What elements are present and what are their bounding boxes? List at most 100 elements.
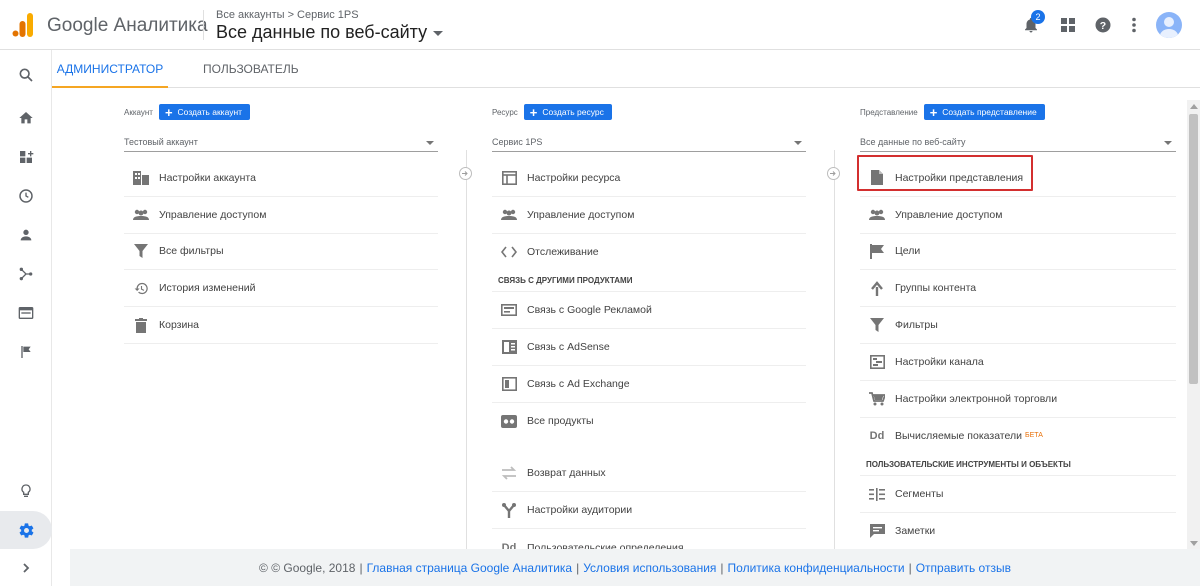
channel-icon — [868, 353, 886, 371]
view-label: Представление — [860, 107, 918, 117]
home-icon — [19, 112, 33, 124]
nav-audience[interactable] — [0, 216, 52, 254]
nav-acquisition[interactable] — [0, 255, 52, 293]
account-settings-item[interactable]: Настройки аккаунта — [124, 160, 438, 197]
view-selector[interactable]: Все данные по веб-сайту — [216, 22, 444, 43]
plus-icon: + — [529, 104, 538, 120]
avatar[interactable] — [1156, 12, 1182, 38]
apps-button[interactable] — [1056, 13, 1080, 37]
beta-badge: БЕТА — [1024, 432, 1043, 440]
property-access-item[interactable]: Управление доступом — [492, 197, 806, 234]
footer-link-home[interactable]: Главная страница Google Аналитика — [367, 561, 573, 575]
tab-user[interactable]: ПОЛЬЗОВАТЕЛЬ — [203, 50, 299, 88]
change-history-item[interactable]: История изменений — [124, 270, 438, 308]
breadcrumb[interactable]: Все аккаунты > Сервис 1PS — [216, 9, 359, 21]
dashboard-icon — [20, 151, 34, 163]
all-filters-item[interactable]: Все фильтры — [124, 234, 438, 271]
account-items: Настройки аккаунта Управление доступом В… — [124, 160, 438, 344]
scroll-thumb[interactable] — [1189, 114, 1198, 384]
item-label: Связь с AdSense — [527, 341, 610, 354]
account-selector[interactable]: Тестовый аккаунт — [124, 132, 438, 152]
segments-item[interactable]: Сегменты — [860, 476, 1176, 514]
view-column: Представление + Создать представление Вс… — [860, 100, 1176, 550]
notifications-button[interactable]: 2 — [1019, 10, 1045, 37]
tab-admin[interactable]: АДМИНИСТРАТОР — [52, 50, 168, 88]
chevron-right-icon — [23, 563, 30, 573]
nav-realtime[interactable] — [0, 177, 52, 215]
property-settings-item[interactable]: Настройки ресурса — [492, 160, 806, 197]
view-settings-item[interactable]: Настройки представления — [860, 160, 1176, 197]
account-access-item[interactable]: Управление доступом — [124, 197, 438, 234]
clock-icon — [19, 189, 33, 203]
property-selector[interactable]: Сервис 1PS — [492, 132, 806, 152]
dd-icon: Dd — [869, 429, 885, 442]
filters-item[interactable]: Фильтры — [860, 307, 1176, 344]
scroll-down-arrow-icon[interactable] — [1190, 541, 1198, 546]
behavior-icon — [18, 307, 34, 319]
item-label: Цели — [895, 245, 921, 258]
trash-item[interactable]: Корзина — [124, 307, 438, 344]
brand-title: Google Аналитика — [47, 15, 208, 36]
filter-icon — [132, 242, 150, 260]
audience-settings-item[interactable]: Настройки аудитории — [492, 492, 806, 530]
create-view-button[interactable]: + Создать представление — [923, 104, 1045, 120]
create-account-button[interactable]: + Создать аккаунт — [158, 104, 251, 120]
ad-exchange-link-item[interactable]: Связь с Ad Exchange — [492, 366, 806, 403]
footer-link-terms[interactable]: Условия использования — [583, 561, 716, 575]
caret-down-icon — [433, 31, 444, 36]
notifications-badge: 2 — [1031, 10, 1045, 24]
all-products-item[interactable]: Все продукты — [492, 403, 806, 440]
search-button[interactable] — [0, 56, 52, 94]
search-icon — [19, 68, 33, 82]
scroll-up-arrow-icon[interactable] — [1190, 104, 1198, 109]
view-access-item[interactable]: Управление доступом — [860, 197, 1176, 234]
content-groups-item[interactable]: Группы контента — [860, 270, 1176, 308]
create-property-label: Создать ресурс — [542, 107, 604, 117]
people-icon — [132, 206, 150, 224]
people-icon — [868, 206, 886, 224]
more-vert-icon — [1132, 17, 1136, 33]
item-label: Управление доступом — [159, 208, 267, 221]
property-label: Ресурс — [492, 107, 518, 117]
nav-discover[interactable] — [0, 472, 52, 510]
google-ads-link-item[interactable]: Связь с Google Рекламой — [492, 292, 806, 330]
acquisition-icon — [19, 267, 33, 281]
footer-separator: | — [576, 560, 580, 575]
adsense-link-item[interactable]: Связь с AdSense — [492, 329, 806, 366]
svg-text:?: ? — [1100, 20, 1106, 32]
caret-down-icon — [426, 140, 434, 145]
data-retention-item[interactable]: Возврат данных — [492, 456, 806, 493]
copyright: © © Google, 2018 — [259, 560, 356, 575]
column-divider — [466, 150, 467, 550]
nav-home[interactable] — [0, 99, 52, 137]
plus-icon: + — [929, 104, 938, 120]
channel-settings-item[interactable]: Настройки канала — [860, 344, 1176, 381]
calculated-metrics-item[interactable]: Dd Вычисляемые показатели БЕТА — [860, 418, 1176, 455]
annotations-item[interactable]: Заметки — [860, 513, 1176, 550]
footer-link-privacy[interactable]: Политика конфиденциальности — [728, 561, 905, 575]
nav-customization[interactable] — [0, 138, 52, 176]
nav-conversions[interactable] — [0, 333, 52, 371]
ecommerce-settings-item[interactable]: Настройки электронной торговли — [860, 381, 1176, 418]
view-selector-dropdown[interactable]: Все данные по веб-сайту — [860, 132, 1176, 152]
account-label: Аккаунт — [124, 107, 153, 117]
column-divider — [834, 150, 835, 550]
help-button[interactable]: ? — [1091, 13, 1115, 37]
nav-admin[interactable] — [0, 511, 52, 549]
expand-nav-button[interactable] — [0, 549, 52, 586]
nav-behavior[interactable] — [0, 294, 52, 332]
item-label: Заметки — [895, 525, 936, 538]
gear-icon — [19, 522, 33, 538]
footer-link-feedback[interactable]: Отправить отзыв — [916, 561, 1011, 575]
scrollbar[interactable] — [1187, 100, 1200, 550]
view-header: Представление + Создать представление — [860, 100, 1176, 124]
goals-item[interactable]: Цели — [860, 234, 1176, 271]
more-menu-button[interactable] — [1122, 13, 1146, 37]
plus-icon: + — [164, 104, 173, 120]
create-property-button[interactable]: + Создать ресурс — [523, 104, 612, 120]
flag-icon — [868, 242, 886, 260]
comment-icon — [868, 522, 886, 540]
footer-separator: | — [720, 560, 724, 575]
content-groups-icon — [868, 279, 886, 297]
tracking-item[interactable]: Отслеживание — [492, 234, 806, 271]
